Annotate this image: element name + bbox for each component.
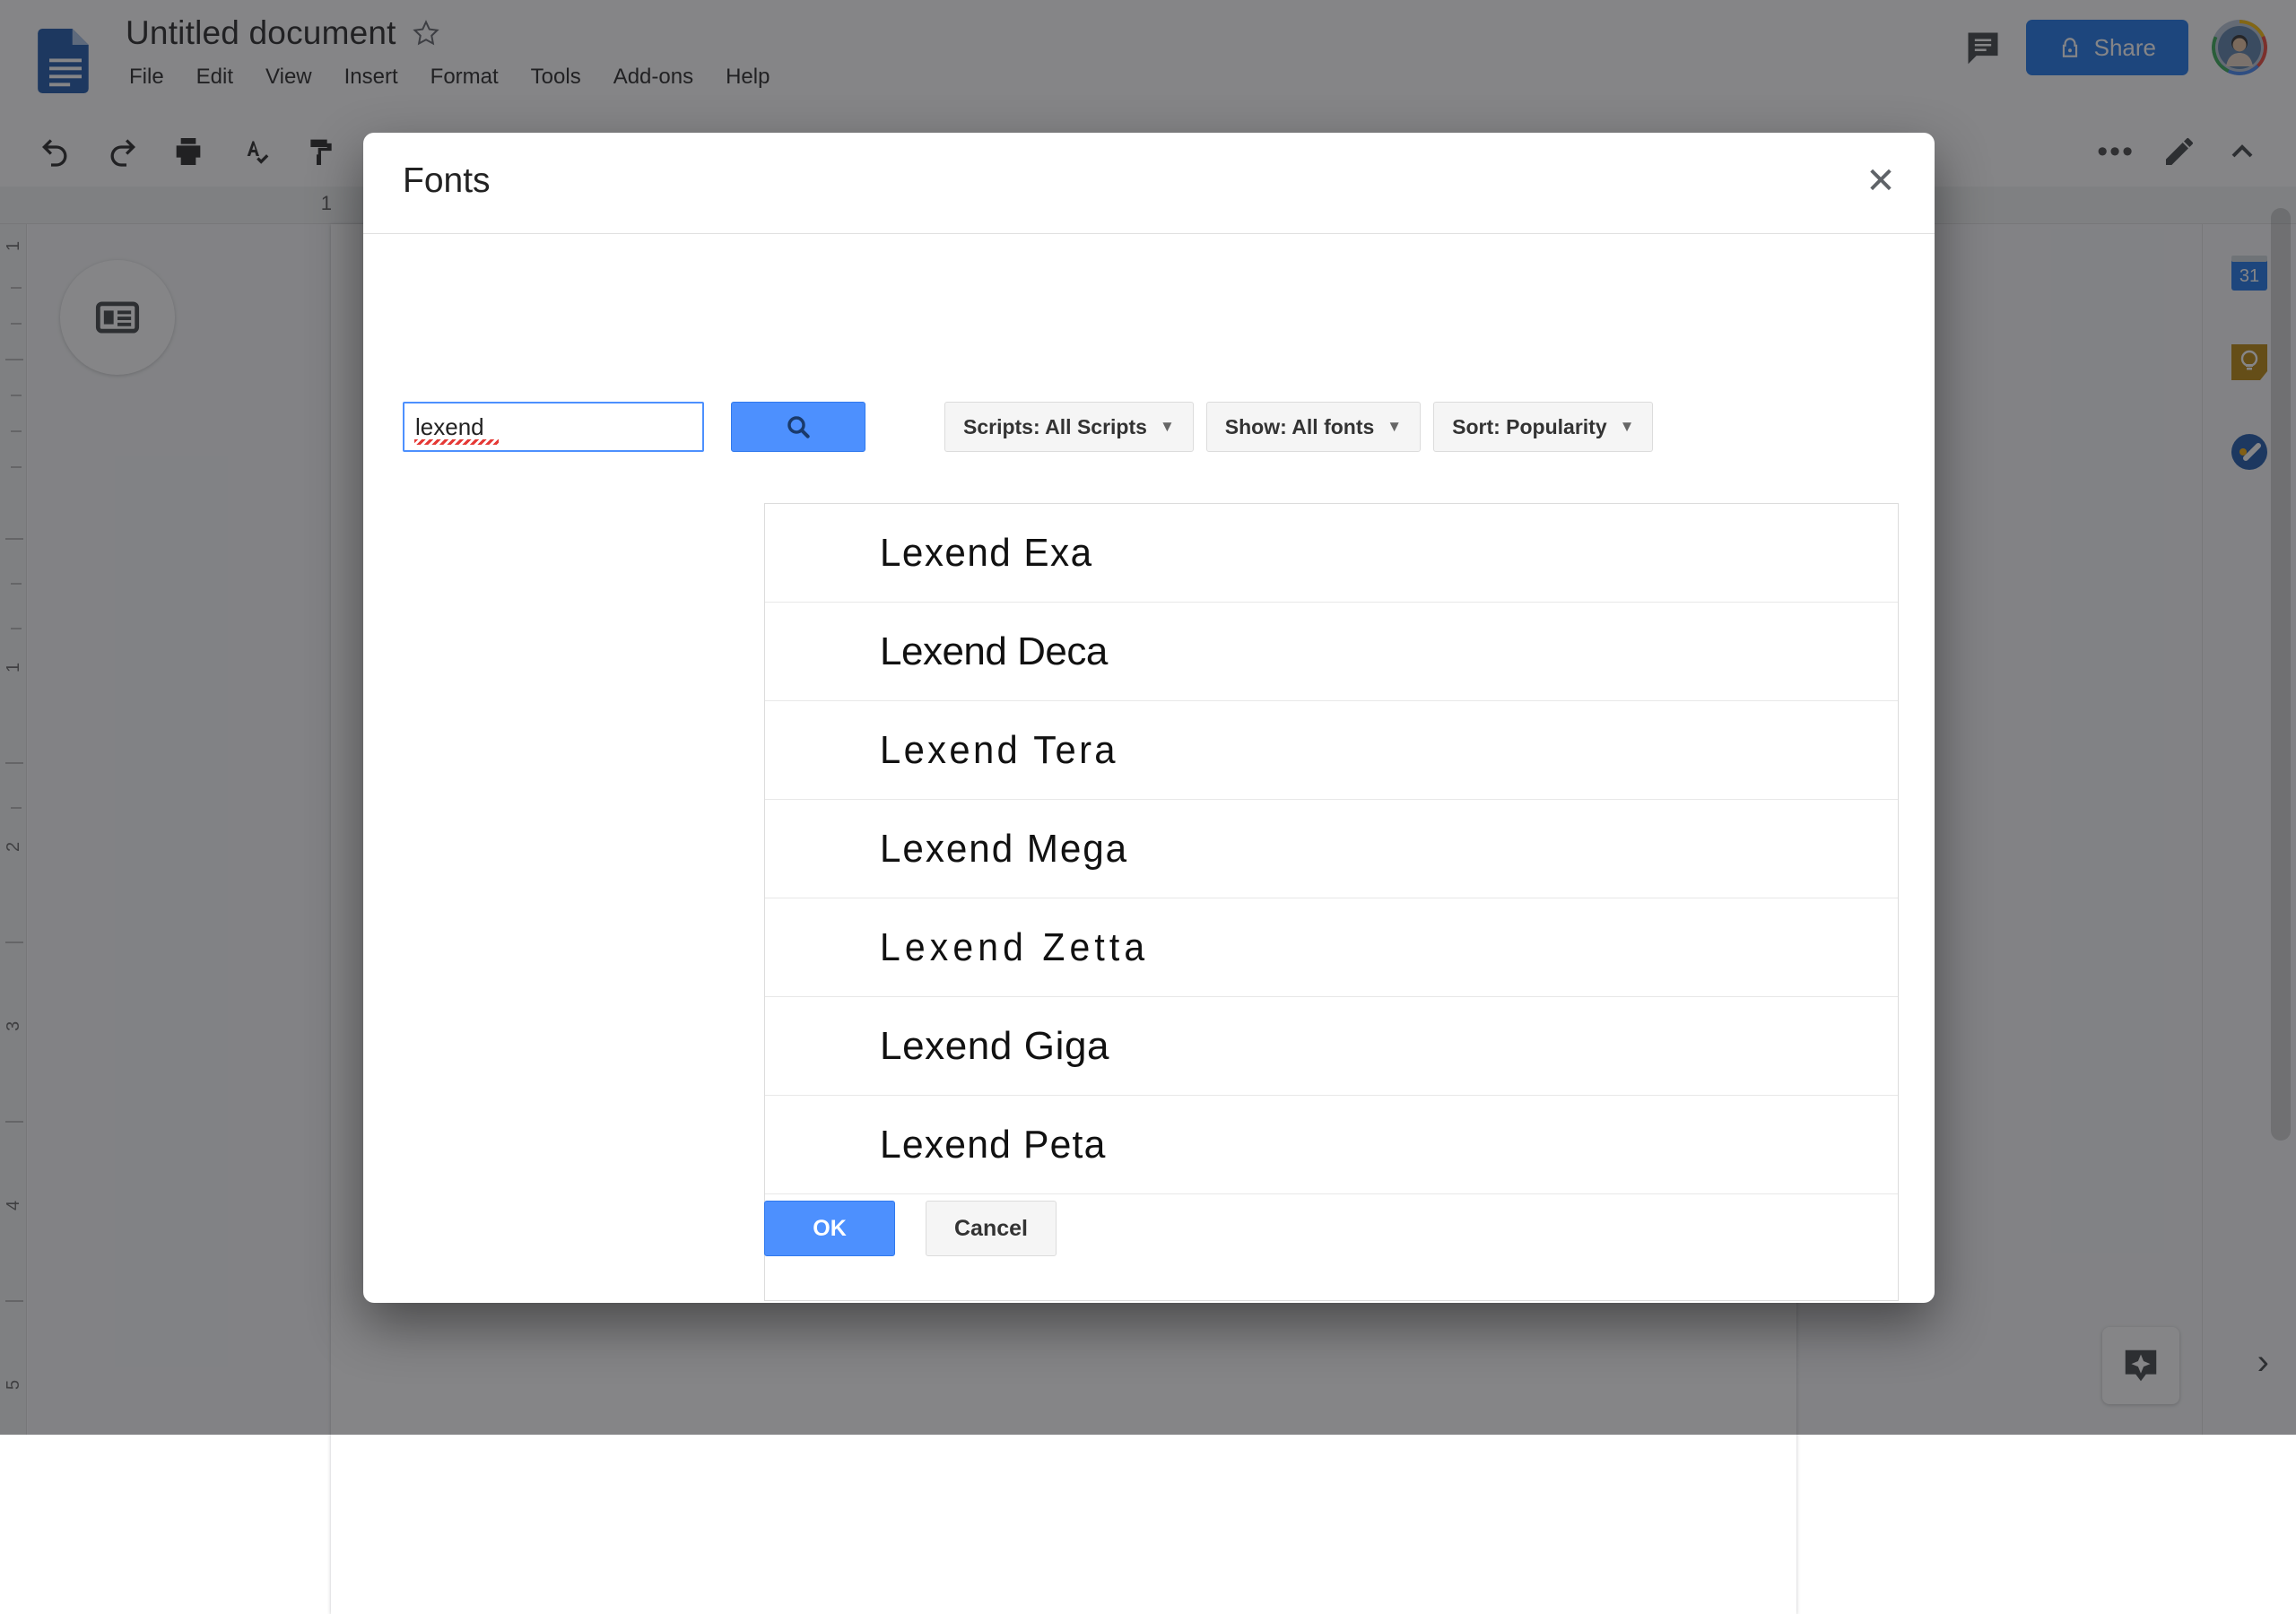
- search-button[interactable]: [731, 402, 865, 452]
- font-name: Lexend Giga: [880, 1024, 1109, 1069]
- chevron-down-icon: ▼: [1387, 418, 1402, 436]
- show-filter[interactable]: Show: All fonts ▼: [1206, 402, 1421, 452]
- dialog-controls: Scripts: All Scripts ▼ Show: All fonts ▼…: [403, 402, 1653, 452]
- sort-filter-label: Sort: Popularity: [1452, 415, 1607, 439]
- font-name: Lexend Mega: [880, 827, 1128, 872]
- list-item[interactable]: Lexend Peta: [765, 1096, 1898, 1194]
- font-name: Lexend Tera: [880, 728, 1118, 773]
- search-input[interactable]: [403, 402, 704, 452]
- list-item[interactable]: Lexend Exa: [765, 504, 1898, 603]
- fonts-dialog: Fonts ✕ Scripts: All Scripts ▼ Show: All…: [363, 133, 1935, 1303]
- chevron-down-icon: ▼: [1160, 418, 1175, 436]
- list-item[interactable]: Lexend Tera: [765, 701, 1898, 800]
- font-name: Lexend Peta: [880, 1123, 1106, 1167]
- ok-button[interactable]: OK: [764, 1201, 895, 1256]
- font-name: Lexend Exa: [880, 531, 1093, 576]
- list-item[interactable]: Lexend Zetta: [765, 898, 1898, 997]
- list-item[interactable]: Lexend Deca: [765, 603, 1898, 701]
- dialog-title: Fonts: [403, 161, 491, 201]
- search-icon: [784, 412, 813, 441]
- filter-group: Scripts: All Scripts ▼ Show: All fonts ▼…: [944, 402, 1653, 452]
- dialog-footer: OK Cancel: [764, 1201, 1057, 1256]
- scripts-filter[interactable]: Scripts: All Scripts ▼: [944, 402, 1194, 452]
- list-item[interactable]: Lexend Mega: [765, 800, 1898, 898]
- list-item[interactable]: Lexend Giga: [765, 997, 1898, 1096]
- cancel-button[interactable]: Cancel: [926, 1201, 1057, 1256]
- font-name: Lexend Deca: [880, 629, 1108, 674]
- font-name: Lexend Zetta: [880, 925, 1149, 970]
- close-icon[interactable]: ✕: [1857, 158, 1904, 204]
- show-filter-label: Show: All fonts: [1225, 415, 1375, 439]
- sort-filter[interactable]: Sort: Popularity ▼: [1433, 402, 1653, 452]
- scripts-filter-label: Scripts: All Scripts: [963, 415, 1147, 439]
- dialog-header-divider: [363, 233, 1935, 234]
- font-results-list[interactable]: Lexend Exa Lexend Deca Lexend Tera Lexen…: [764, 503, 1899, 1301]
- chevron-down-icon: ▼: [1620, 418, 1635, 436]
